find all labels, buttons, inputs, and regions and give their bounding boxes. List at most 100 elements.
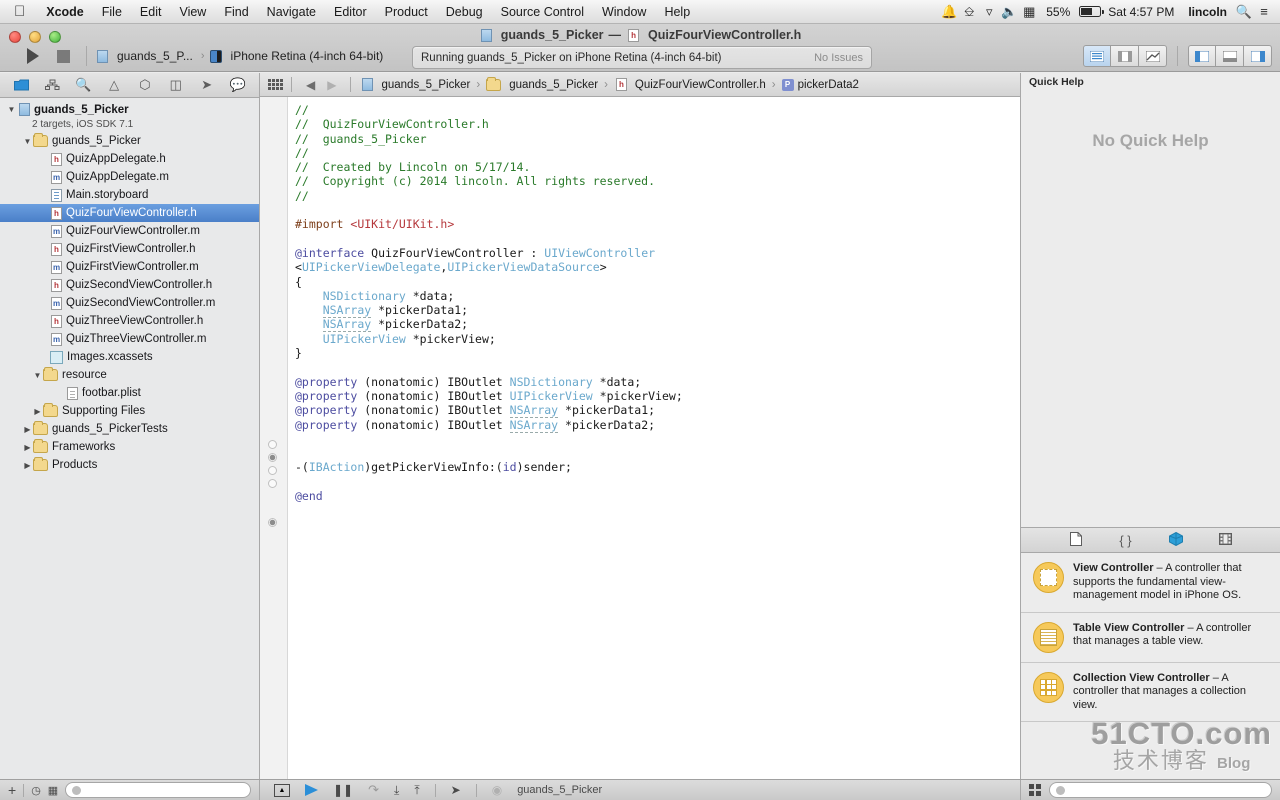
- menu-item-edit[interactable]: Edit: [131, 5, 171, 19]
- utilities-toggle-icon[interactable]: [1244, 45, 1272, 67]
- disclosure-triangle-icon[interactable]: ▶: [22, 443, 33, 452]
- disclosure-triangle-icon[interactable]: ▼: [6, 105, 17, 114]
- project-navigator-icon[interactable]: [9, 76, 33, 95]
- menu-bar-clock[interactable]: Sat 4:57 PM: [1101, 5, 1181, 19]
- navigator-filter-input[interactable]: [65, 782, 251, 798]
- apple-logo-icon[interactable]: : [0, 4, 37, 19]
- grid-layout-icon[interactable]: [1029, 784, 1041, 796]
- gutter-indicator[interactable]: [268, 479, 277, 488]
- symbol-navigator-icon[interactable]: [40, 76, 64, 95]
- search-icon[interactable]: 🔍: [1234, 4, 1254, 20]
- step-over-icon[interactable]: ↷: [368, 782, 379, 798]
- tree-item-quizfirstviewcontroller-h[interactable]: h QuizFirstViewController.h: [0, 240, 259, 258]
- breadcrumb-project[interactable]: guands_5_Picker: [360, 78, 470, 91]
- report-navigator-icon[interactable]: 💬: [226, 76, 250, 95]
- menu-item-navigate[interactable]: Navigate: [258, 5, 325, 19]
- tree-item-quizfirstviewcontroller-m[interactable]: m QuizFirstViewController.m: [0, 258, 259, 276]
- gutter-indicator[interactable]: [268, 518, 277, 527]
- source-code-text[interactable]: // // QuizFourViewController.h // guands…: [288, 97, 1020, 779]
- recent-files-icon[interactable]: ◷: [31, 784, 41, 797]
- file-template-library-icon[interactable]: [1066, 531, 1086, 549]
- menu-item-source-control[interactable]: Source Control: [492, 5, 593, 19]
- list-icon[interactable]: ≡: [1254, 4, 1274, 19]
- disclosure-triangle-icon[interactable]: ▼: [32, 371, 43, 380]
- volume-icon[interactable]: 🔈: [999, 4, 1019, 20]
- breadcrumb-group[interactable]: guands_5_Picker: [486, 76, 598, 91]
- project-file-tree[interactable]: ▼ guands_5_Picker 2 targets, iOS SDK 7.1…: [0, 98, 259, 779]
- object-library-list[interactable]: View Controller – A controller that supp…: [1021, 553, 1280, 779]
- debug-area-toggle-icon[interactable]: [1216, 45, 1244, 67]
- simulate-location-icon[interactable]: ➤: [451, 783, 461, 797]
- tree-item-guands5pickertests[interactable]: ▶ guands_5_PickerTests: [0, 420, 259, 438]
- tree-item-supporting-files[interactable]: ▶ Supporting Files: [0, 402, 259, 420]
- menu-item-help[interactable]: Help: [655, 5, 699, 19]
- gutter-indicator[interactable]: [268, 466, 277, 475]
- editor-gutter[interactable]: [260, 97, 288, 779]
- library-item-view-controller[interactable]: View Controller – A controller that supp…: [1021, 553, 1280, 613]
- step-out-icon[interactable]: ⤒: [414, 783, 419, 798]
- breakpoint-icon[interactable]: [305, 784, 318, 796]
- version-editor-icon[interactable]: [1139, 45, 1167, 67]
- issue-navigator-icon[interactable]: △: [102, 76, 126, 95]
- step-into-icon[interactable]: ⤓: [394, 783, 399, 798]
- tree-item-resource-group[interactable]: ▼ resource: [0, 366, 259, 384]
- tree-item-quizappdelegate-m[interactable]: m QuizAppDelegate.m: [0, 168, 259, 186]
- disclosure-triangle-icon[interactable]: ▼: [22, 137, 33, 146]
- tree-item-main-storyboard[interactable]: Main.storyboard: [0, 186, 259, 204]
- standard-editor-icon[interactable]: [1083, 45, 1111, 67]
- tree-item-images-xcassets[interactable]: Images.xcassets: [0, 348, 259, 366]
- tree-item-quizthreeviewcontroller-h[interactable]: h QuizThreeViewController.h: [0, 312, 259, 330]
- media-library-icon[interactable]: [1216, 532, 1236, 548]
- tree-item-quizsecondviewcontroller-h[interactable]: h QuizSecondViewController.h: [0, 276, 259, 294]
- tree-item-quizappdelegate-h[interactable]: h QuizAppDelegate.h: [0, 150, 259, 168]
- related-items-icon[interactable]: [268, 79, 283, 90]
- tree-item-guands5picker-group[interactable]: ▼ guands_5_Picker: [0, 132, 259, 150]
- issues-label[interactable]: No Issues: [814, 52, 863, 64]
- tree-item-footbar-plist[interactable]: footbar.plist: [0, 384, 259, 402]
- plus-icon[interactable]: +: [8, 782, 16, 798]
- input-source-icon[interactable]: ▦: [1019, 4, 1039, 20]
- menu-item-debug[interactable]: Debug: [437, 5, 492, 19]
- test-navigator-icon[interactable]: ⬡: [133, 76, 157, 95]
- wifi-icon[interactable]: ▿: [979, 4, 999, 20]
- show-hide-icon[interactable]: ▲: [274, 783, 290, 797]
- code-snippet-library-icon[interactable]: { }: [1116, 533, 1136, 548]
- activity-status-bar[interactable]: Running guands_5_Picker on iPhone Retina…: [412, 46, 872, 69]
- library-item-collection-view-controller[interactable]: Collection View Controller – A controlle…: [1021, 663, 1280, 722]
- object-library-icon[interactable]: [1166, 531, 1186, 549]
- library-item-table-view-controller[interactable]: Table View Controller – A controller tha…: [1021, 613, 1280, 663]
- bell-icon[interactable]: 🔔: [939, 4, 959, 20]
- pause-icon[interactable]: ❚❚: [333, 783, 353, 797]
- search-navigator-icon[interactable]: 🔍: [71, 76, 95, 95]
- navigator-toggle-icon[interactable]: [1188, 45, 1216, 67]
- menu-item-xcode[interactable]: Xcode: [37, 5, 93, 19]
- menu-item-view[interactable]: View: [170, 5, 215, 19]
- tree-item-quizsecondviewcontroller-m[interactable]: m QuizSecondViewController.m: [0, 294, 259, 312]
- breadcrumb-symbol[interactable]: P pickerData2: [781, 78, 859, 91]
- library-filter-input[interactable]: [1049, 782, 1272, 798]
- disclosure-triangle-icon[interactable]: ▶: [32, 407, 43, 416]
- disclosure-triangle-icon[interactable]: ▶: [22, 425, 33, 434]
- menu-item-file[interactable]: File: [93, 5, 131, 19]
- gutter-indicator[interactable]: [268, 453, 277, 462]
- stop-button[interactable]: [48, 44, 78, 68]
- menu-item-editor[interactable]: Editor: [325, 5, 376, 19]
- code-area[interactable]: // // QuizFourViewController.h // guands…: [260, 97, 1020, 779]
- source-control-icon[interactable]: ▦: [48, 784, 58, 797]
- tree-item-quizfourviewcontroller-h[interactable]: h QuizFourViewController.h: [0, 204, 259, 222]
- menu-item-window[interactable]: Window: [593, 5, 655, 19]
- menu-item-find[interactable]: Find: [215, 5, 257, 19]
- battery-icon[interactable]: [1079, 6, 1104, 17]
- assistant-editor-icon[interactable]: [1111, 45, 1139, 67]
- back-arrow-icon[interactable]: ◀: [301, 78, 320, 92]
- disclosure-triangle-icon[interactable]: ▶: [22, 461, 33, 470]
- gutter-indicator[interactable]: [268, 440, 277, 449]
- forward-arrow-icon[interactable]: ▶: [322, 78, 341, 92]
- menu-item-product[interactable]: Product: [376, 5, 437, 19]
- destination-selector[interactable]: iPhone Retina (4-inch 64-bit): [209, 49, 383, 63]
- scheme-selector[interactable]: guands_5_P... ›: [95, 49, 208, 63]
- tree-item-quizthreeviewcontroller-m[interactable]: m QuizThreeViewController.m: [0, 330, 259, 348]
- menu-bar-user[interactable]: lincoln: [1181, 5, 1234, 19]
- tree-item-quizfourviewcontroller-m[interactable]: m QuizFourViewController.m: [0, 222, 259, 240]
- project-root-row[interactable]: ▼ guands_5_Picker: [0, 102, 259, 117]
